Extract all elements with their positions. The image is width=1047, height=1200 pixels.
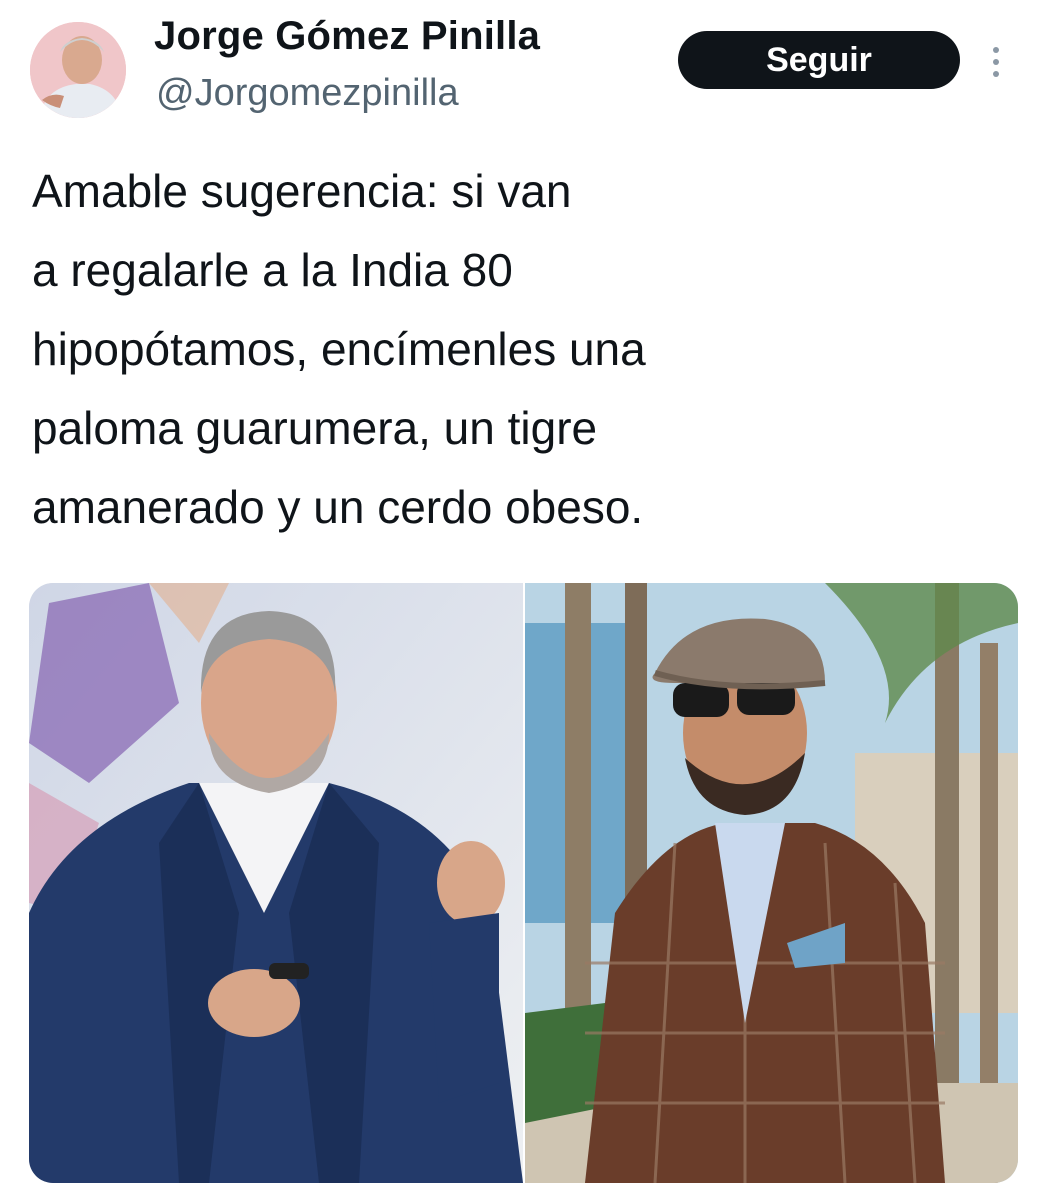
tweet-text: Amable sugerencia: si van a regalarle a … [32, 152, 932, 547]
tweet-text-line: amanerado y un cerdo obeso. [32, 481, 644, 533]
tweet-text-line: hipopótamos, encímenles una [32, 323, 646, 375]
media-image-left[interactable] [29, 583, 523, 1183]
avatar-photo-icon [30, 22, 126, 118]
tweet-text-line: a regalarle a la India 80 [32, 244, 513, 296]
tweet-text-line: Amable sugerencia: si van [32, 165, 572, 217]
more-vertical-icon[interactable] [984, 42, 1008, 82]
author-display-name[interactable]: Jorge Gómez Pinilla [154, 14, 540, 59]
follow-button[interactable]: Seguir [678, 31, 960, 89]
tweet-header: Jorge Gómez Pinilla @Jorgomezpinilla Seg… [0, 0, 1047, 130]
photo-man-in-blue-suit-icon [29, 583, 523, 1183]
tweet-text-line: paloma guarumera, un tigre [32, 402, 598, 454]
author-avatar[interactable] [30, 22, 126, 118]
media-image-right[interactable] [525, 583, 1018, 1183]
tweet-media[interactable] [29, 583, 1018, 1183]
author-handle[interactable]: @Jorgomezpinilla [156, 72, 459, 115]
photo-man-in-cap-and-plaid-jacket-icon [525, 583, 1018, 1183]
